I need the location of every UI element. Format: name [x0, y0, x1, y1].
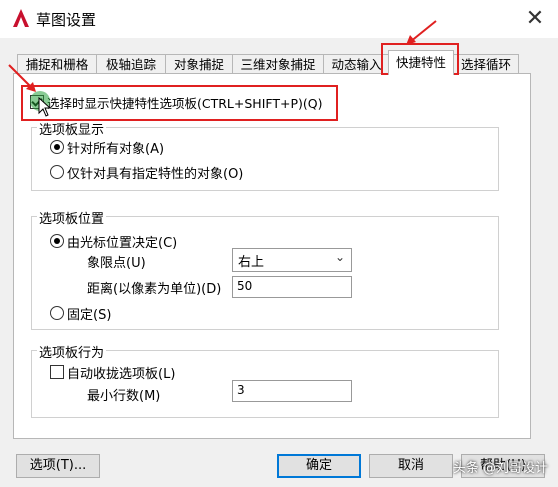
min-rows-label: 最小行数(M) — [87, 389, 161, 404]
mouse-pointer-icon — [38, 97, 52, 117]
watermark: 头条 @刘哥设计 — [452, 461, 548, 476]
quadrant-select[interactable]: 右上 ⌄ — [232, 248, 352, 272]
tab-polar-tracking[interactable]: 极轴追踪 — [96, 54, 166, 74]
min-rows-input[interactable]: 3 — [232, 380, 352, 402]
tab-dynamic-input[interactable]: 动态输入 — [323, 54, 390, 74]
auto-collapse-label[interactable]: 自动收拢选项板(L) — [67, 363, 175, 382]
all-objects-label[interactable]: 针对所有对象(A) — [67, 138, 164, 157]
cursor-dependent-radio[interactable] — [50, 234, 64, 248]
tab-quick-properties[interactable]: 快捷特性 — [388, 50, 454, 75]
quadrant-value: 右上 — [238, 255, 265, 270]
distance-label: 距离(以像素为单位)(D) — [87, 282, 222, 297]
tab-3d-object-snap[interactable]: 三维对象捕捉 — [232, 54, 324, 74]
cancel-button[interactable]: 取消 — [369, 454, 453, 478]
specified-objects-label[interactable]: 仅针对具有指定特性的对象(O) — [67, 163, 243, 182]
cursor-dependent-label[interactable]: 由光标位置决定(C) — [67, 232, 177, 251]
static-label[interactable]: 固定(S) — [67, 304, 111, 323]
specified-objects-radio[interactable] — [50, 165, 64, 179]
close-icon[interactable]: ✕ — [520, 4, 550, 34]
distance-input[interactable]: 50 — [232, 276, 352, 298]
quadrant-label: 象限点(U) — [87, 256, 146, 271]
checkbox-highlight-box — [21, 85, 338, 121]
tab-object-snap[interactable]: 对象捕捉 — [165, 54, 233, 74]
static-radio[interactable] — [50, 306, 64, 320]
autocad-logo-icon — [13, 9, 29, 27]
red-arrow-icon — [406, 20, 437, 45]
ok-button[interactable]: 确定 — [277, 454, 361, 478]
distance-value: 50 — [237, 279, 253, 293]
chevron-down-icon: ⌄ — [334, 250, 345, 264]
palette-display-title: 选项板显示 — [37, 119, 107, 138]
palette-behavior-title: 选项板行为 — [37, 342, 107, 361]
auto-collapse-checkbox[interactable] — [50, 365, 64, 379]
tab-selection-cycling[interactable]: 选择循环 — [453, 54, 519, 74]
palette-location-title: 选项板位置 — [37, 208, 107, 227]
title-bar: 草图设置 ✕ — [0, 0, 558, 38]
window-title: 草图设置 — [36, 11, 97, 29]
all-objects-radio[interactable] — [50, 140, 64, 154]
options-button[interactable]: 选项(T)... — [16, 454, 100, 478]
min-rows-value: 3 — [237, 383, 245, 397]
